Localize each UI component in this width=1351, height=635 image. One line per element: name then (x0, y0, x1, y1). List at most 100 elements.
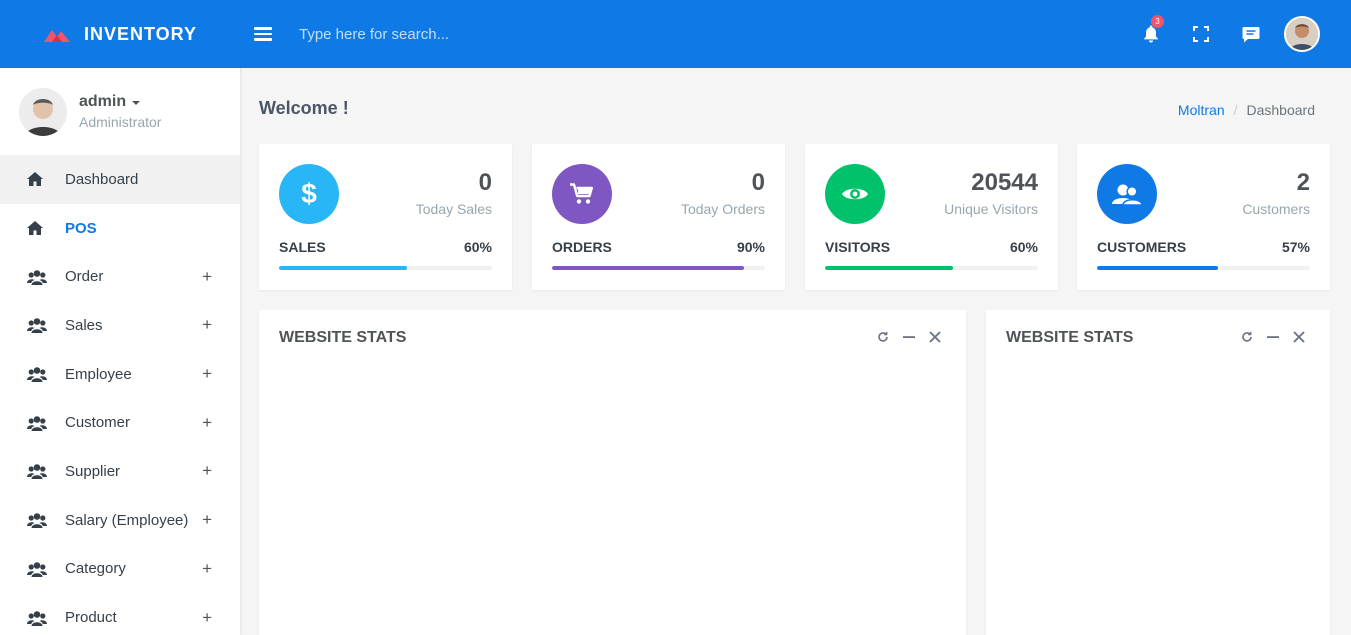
caret-down-icon (132, 101, 141, 105)
expand-icon[interactable]: + (202, 252, 212, 301)
sidebar-item-label: POS (65, 219, 97, 237)
stat-card-customers: 2 Customers CUSTOMERS 57% (1077, 144, 1330, 290)
svg-text:$: $ (301, 180, 317, 208)
panel-title: WEBSITE STATS (279, 329, 407, 346)
users-icon (27, 462, 49, 480)
stat-value: 2 (1296, 169, 1310, 196)
minimize-button[interactable] (1260, 328, 1286, 346)
top-navbar: INVENTORY 3 (0, 0, 1351, 68)
breadcrumb-current: Dashboard (1246, 102, 1316, 118)
expand-icon[interactable]: + (202, 593, 212, 635)
sidebar-item-label: Category (65, 560, 126, 578)
users-icon (27, 268, 49, 286)
customers-icon (1112, 184, 1142, 205)
close-icon (929, 331, 941, 343)
expand-icon[interactable]: + (202, 496, 212, 545)
users-icon (27, 365, 49, 383)
stat-subtitle: Today Orders (680, 201, 765, 217)
users-icon (27, 609, 49, 627)
card-icon-circle (1097, 164, 1157, 224)
stat-percent: 60% (463, 239, 492, 255)
card-icon-circle: $ (279, 164, 339, 224)
brand[interactable]: INVENTORY (0, 0, 240, 68)
minus-icon (1267, 336, 1279, 338)
card-icon-circle (552, 164, 612, 224)
users-icon (27, 316, 49, 334)
notification-badge: 3 (1151, 15, 1164, 28)
sidebar-item-label: Order (65, 268, 104, 286)
cart-icon (570, 183, 593, 204)
menu-toggle-button[interactable] (240, 14, 286, 54)
logo-icon (44, 30, 70, 42)
header-actions: 3 (1126, 0, 1351, 68)
expand-icon[interactable]: + (202, 350, 212, 399)
home-icon (27, 219, 49, 237)
sidebar-item-salary-employee[interactable]: Salary (Employee) + (0, 496, 240, 545)
panel-tools (870, 328, 948, 346)
stat-label: SALES (279, 239, 326, 255)
home-icon (27, 170, 49, 188)
notifications-button[interactable]: 3 (1126, 0, 1176, 68)
progress-bar (279, 266, 492, 270)
sidebar-item-label: Sales (65, 316, 103, 334)
sidebar-item-label: Customer (65, 414, 131, 432)
messages-button[interactable] (1226, 0, 1276, 68)
close-button[interactable] (1286, 328, 1312, 346)
user-avatar-image (1286, 18, 1318, 50)
avatar[interactable] (1284, 16, 1320, 52)
sidebar-item-label: Salary (Employee) (65, 511, 189, 529)
stat-label: ORDERS (552, 239, 612, 255)
expand-icon[interactable]: + (202, 398, 212, 447)
chat-icon (1242, 26, 1260, 42)
panel-title: WEBSITE STATS (1006, 329, 1134, 346)
stat-percent: 60% (1009, 239, 1038, 255)
sidebar: admin Administrator Dashboard POS Order … (0, 68, 240, 635)
card-icon-circle (825, 164, 885, 224)
sidebar-item-order[interactable]: Order + (0, 252, 240, 301)
dollar-icon: $ (301, 180, 317, 208)
website-stats-panel: WEBSITE STATS (259, 310, 966, 635)
sidebar-item-supplier[interactable]: Supplier + (0, 447, 240, 496)
breadcrumb: Moltran / Dashboard (1178, 102, 1315, 118)
progress-bar (1097, 266, 1310, 270)
sidebar-item-pos[interactable]: POS (0, 204, 240, 253)
expand-icon[interactable]: + (202, 545, 212, 594)
sidebar-item-sales[interactable]: Sales + (0, 301, 240, 350)
stat-card-orders: 0 Today Orders ORDERS 90% (532, 144, 785, 290)
minus-icon (903, 336, 915, 338)
user-avatar-image (19, 87, 67, 136)
stat-subtitle: Unique Visitors (944, 201, 1038, 217)
refresh-button[interactable] (1234, 328, 1260, 346)
users-icon (27, 560, 49, 578)
search-input[interactable] (299, 17, 699, 51)
sidebar-item-employee[interactable]: Employee + (0, 350, 240, 399)
progress-fill (825, 266, 953, 270)
expand-icon[interactable]: + (202, 301, 212, 350)
stat-value: 0 (478, 169, 492, 196)
user-menu-toggle[interactable]: admin (79, 93, 161, 111)
refresh-icon (1242, 332, 1252, 342)
close-button[interactable] (922, 328, 948, 346)
refresh-icon (878, 332, 888, 342)
breadcrumb-separator: / (1233, 102, 1238, 118)
breadcrumb-link-home[interactable]: Moltran (1178, 102, 1225, 118)
sidebar-item-product[interactable]: Product + (0, 593, 240, 635)
sidebar-item-label: Dashboard (65, 170, 139, 188)
sidebar-item-dashboard[interactable]: Dashboard (0, 155, 240, 204)
sidebar-item-customer[interactable]: Customer + (0, 398, 240, 447)
progress-fill (279, 266, 407, 270)
expand-icon[interactable]: + (202, 447, 212, 496)
menu-icon (254, 27, 272, 41)
user-name: admin (79, 93, 127, 110)
sidebar-item-label: Supplier (65, 462, 121, 480)
fullscreen-icon (1193, 26, 1209, 42)
fullscreen-button[interactable] (1176, 0, 1226, 68)
user-role: Administrator (79, 114, 162, 130)
stat-percent: 90% (736, 239, 765, 255)
sidebar-item-label: Product (65, 609, 117, 627)
users-icon (27, 511, 49, 529)
stat-percent: 57% (1281, 239, 1310, 255)
minimize-button[interactable] (896, 328, 922, 346)
sidebar-item-category[interactable]: Category + (0, 545, 240, 594)
refresh-button[interactable] (870, 328, 896, 346)
